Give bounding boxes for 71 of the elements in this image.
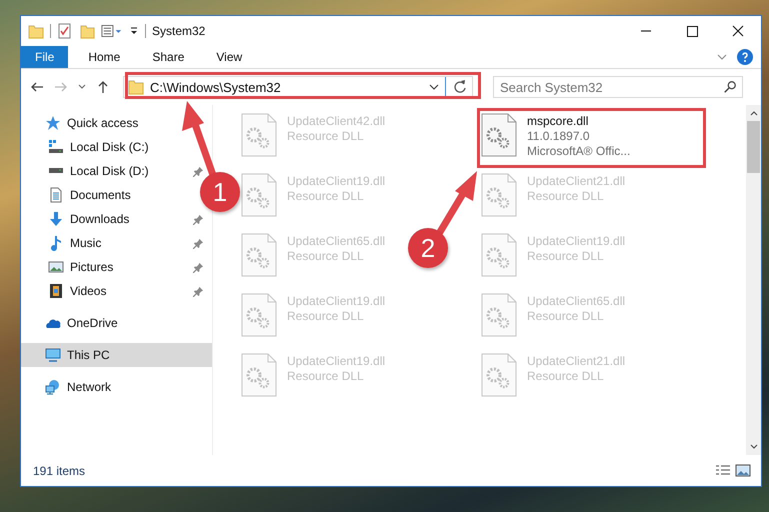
sidebar-item[interactable]: Documents	[21, 183, 135, 207]
address-bar[interactable]: C:\Windows\System32	[123, 76, 473, 98]
dll-file-icon[interactable]	[481, 353, 517, 397]
pointer-arrow	[436, 171, 477, 236]
scrollbar[interactable]	[746, 105, 761, 455]
customize-icon[interactable]	[129, 26, 139, 36]
dll-file-icon[interactable]	[481, 113, 517, 157]
pin-icon[interactable]	[193, 262, 204, 272]
pin-icon[interactable]	[193, 166, 204, 176]
dll-file-icon[interactable]	[241, 113, 277, 157]
file-tab[interactable]: File	[21, 46, 68, 68]
sidebar-item[interactable]: Network	[21, 375, 120, 399]
item-count: 191 items	[33, 464, 86, 478]
file-detail: 11.0.1897.0	[527, 129, 591, 144]
file-detail: MicrosoftA® Offic...	[527, 144, 630, 159]
properties-icon[interactable]	[57, 23, 73, 39]
drive-icon	[48, 167, 64, 174]
help-icon[interactable]	[737, 49, 753, 65]
star-icon	[45, 115, 61, 131]
file-detail: Resource DLL	[527, 189, 605, 204]
picture-icon	[48, 261, 64, 273]
document-icon	[50, 187, 62, 203]
film-icon	[49, 283, 63, 299]
file-detail: Resource DLL	[287, 249, 365, 264]
music-note-icon	[50, 235, 62, 251]
sidebar-item[interactable]: OneDrive	[21, 311, 126, 335]
folder-icon[interactable]	[28, 23, 44, 39]
dll-file-icon[interactable]	[481, 293, 517, 337]
ribbon-tab[interactable]: Home	[72, 46, 136, 68]
scroll-thumb[interactable]	[747, 121, 760, 173]
file-detail: Resource DLL	[287, 309, 365, 324]
file-detail: Resource DLL	[287, 129, 365, 144]
dll-file-icon[interactable]	[481, 173, 517, 217]
dll-file-icon[interactable]	[481, 233, 517, 277]
network-icon	[45, 379, 61, 395]
window-title: System32	[152, 24, 206, 38]
refresh-icon[interactable]	[452, 79, 468, 95]
dll-file-icon[interactable]	[241, 293, 277, 337]
folder-icon	[128, 79, 144, 95]
sidebar-item[interactable]: Downloads	[21, 207, 134, 231]
ribbon-tab[interactable]: View	[200, 46, 258, 68]
download-icon	[49, 211, 63, 227]
dll-file-icon[interactable]	[241, 353, 277, 397]
pin-icon[interactable]	[193, 214, 204, 224]
pin-icon[interactable]	[193, 238, 204, 248]
dll-file-icon[interactable]	[241, 233, 277, 277]
expand-ribbon-icon[interactable]	[717, 52, 727, 62]
view-options-icon[interactable]	[101, 23, 123, 39]
dropdown-icon[interactable]	[429, 82, 439, 92]
search-field[interactable]: Search System32	[493, 76, 743, 98]
file-detail: Resource DLL	[287, 189, 365, 204]
dll-file-icon[interactable]	[241, 173, 277, 217]
drive-icon	[48, 139, 64, 155]
file-detail: Resource DLL	[527, 369, 605, 384]
file-detail: Resource DLL	[287, 369, 365, 384]
large-icons-view-icon[interactable]	[735, 462, 751, 478]
file-detail: Resource DLL	[527, 309, 605, 324]
sidebar-item[interactable]: Pictures	[21, 255, 118, 279]
sidebar-item[interactable]: Videos	[21, 279, 110, 303]
file-detail: Resource DLL	[527, 249, 605, 264]
sidebar-item[interactable]: Quick access	[21, 111, 146, 135]
search-icon	[723, 80, 737, 94]
monitor-icon	[45, 347, 61, 363]
sidebar-item[interactable]: Local Disk (C:)	[21, 135, 153, 159]
ribbon-tab[interactable]: Share	[136, 46, 200, 68]
sidebar-item[interactable]: Local Disk (D:)	[21, 159, 153, 183]
pin-icon[interactable]	[193, 286, 204, 296]
sidebar-item[interactable]: Music	[21, 231, 106, 255]
new-folder-icon[interactable]	[79, 23, 95, 39]
file-name[interactable]: mspcore.dll	[527, 113, 630, 129]
sidebar-item[interactable]: This PC	[21, 343, 212, 367]
